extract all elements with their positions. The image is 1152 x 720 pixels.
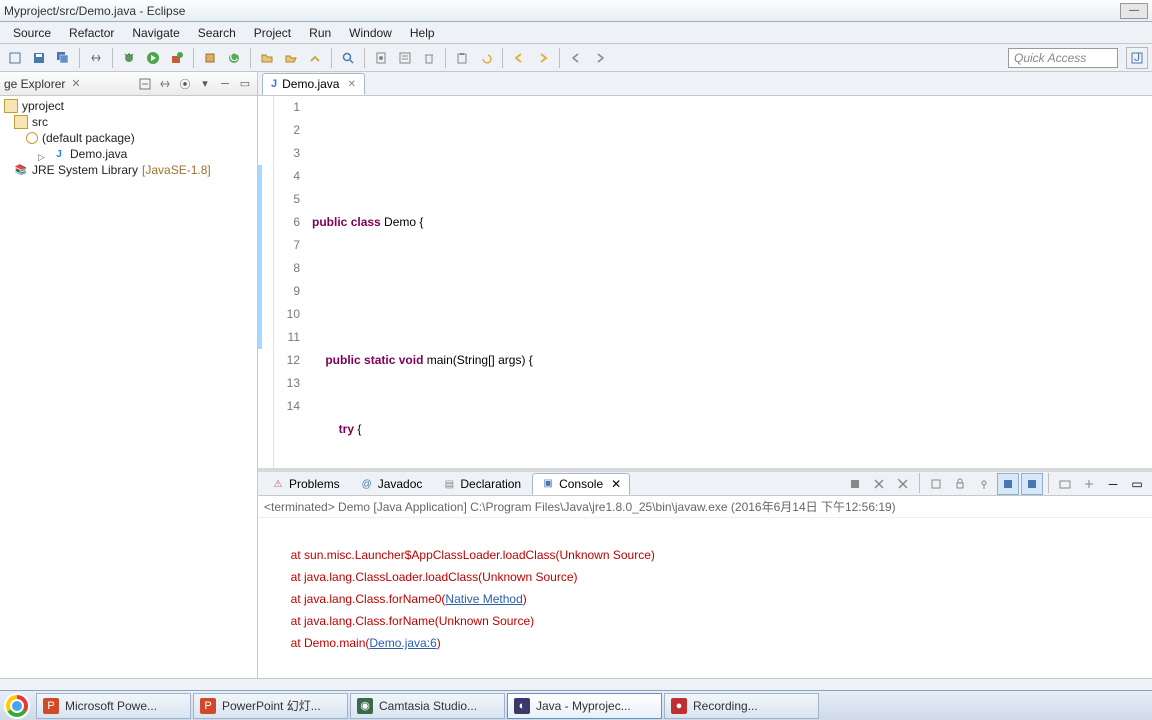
paste-icon[interactable] [451, 47, 473, 69]
show-on-stdout-icon[interactable] [1021, 473, 1043, 495]
java-file-icon: J [271, 78, 277, 90]
task-recording[interactable]: ●Recording... [664, 693, 819, 719]
new-package-icon[interactable] [199, 47, 221, 69]
open-task-icon[interactable] [304, 47, 326, 69]
run-icon[interactable] [142, 47, 164, 69]
menu-source[interactable]: Source [6, 24, 58, 42]
tree-default-package[interactable]: (default package) [4, 130, 253, 146]
menu-search[interactable]: Search [191, 24, 243, 42]
menu-bar: Source Refactor Navigate Search Project … [0, 22, 1152, 44]
maximize-view-icon[interactable]: ▭ [237, 76, 253, 92]
open-type-icon[interactable] [280, 47, 302, 69]
forward-icon[interactable] [532, 47, 554, 69]
minimize-button[interactable] [1120, 3, 1148, 19]
outline-icon[interactable] [394, 47, 416, 69]
tab-console[interactable]: ▣Console✕ [532, 473, 630, 495]
console-terminated-line: <terminated> Demo [Java Application] C:\… [258, 496, 1152, 518]
editor-tab-label: Demo.java [282, 77, 339, 91]
menu-run[interactable]: Run [302, 24, 338, 42]
tree-src[interactable]: src [4, 114, 253, 130]
quick-access-input[interactable]: Quick Access [1008, 48, 1118, 68]
line-numbers: 123 456 789 101112 1314 [274, 96, 306, 468]
collapse-all-icon[interactable] [137, 76, 153, 92]
view-menu-icon[interactable]: ▾ [197, 76, 213, 92]
task-powerpoint-2[interactable]: PPowerPoint 幻灯... [193, 693, 348, 719]
tab-problems[interactable]: ⚠Problems [262, 473, 349, 495]
menu-help[interactable]: Help [403, 24, 442, 42]
display-selected-icon[interactable] [997, 473, 1019, 495]
link-native-method[interactable]: Native Method [445, 592, 522, 606]
code-area[interactable]: public class Demo { public static void m… [306, 96, 1152, 468]
search-icon[interactable] [337, 47, 359, 69]
save-all-icon[interactable] [52, 47, 74, 69]
task-eclipse[interactable]: ◐Java - Myprojec... [507, 693, 662, 719]
svg-text:J: J [1134, 51, 1140, 64]
link-editor-icon[interactable] [157, 76, 173, 92]
terminate-icon[interactable] [844, 473, 866, 495]
task-camtasia[interactable]: ◉Camtasia Studio... [350, 693, 505, 719]
new-class-icon[interactable]: C [223, 47, 245, 69]
new-icon[interactable] [4, 47, 26, 69]
bottom-panel: ⚠Problems @Javadoc ▤Declaration ▣Console… [258, 468, 1152, 678]
save-icon[interactable] [28, 47, 50, 69]
editor-tab-demo[interactable]: J Demo.java ✕ [262, 73, 365, 95]
back-icon[interactable] [508, 47, 530, 69]
ruler [258, 96, 274, 468]
close-tab-icon[interactable]: ✕ [347, 79, 355, 90]
explorer-title: ge Explorer [4, 77, 65, 91]
minimize-view-icon[interactable]: ─ [217, 76, 233, 92]
trash-icon[interactable] [418, 47, 440, 69]
tab-declaration[interactable]: ▤Declaration [433, 473, 530, 495]
pin-console-icon[interactable] [973, 473, 995, 495]
console-output[interactable]: at sun.misc.Launcher$AppClassLoader.load… [258, 518, 1152, 678]
clear-console-icon[interactable] [925, 473, 947, 495]
undo-icon[interactable] [475, 47, 497, 69]
close-icon[interactable]: ✕ [71, 77, 80, 90]
window-titlebar: Myproject/src/Demo.java - Eclipse [0, 0, 1152, 22]
menu-refactor[interactable]: Refactor [62, 24, 121, 42]
run-external-icon[interactable] [166, 47, 188, 69]
tree-jre-library[interactable]: 📚JRE System Library [JavaSE-1.8] [4, 162, 253, 178]
toggle-mark-icon[interactable] [370, 47, 392, 69]
remove-launch-icon[interactable] [868, 473, 890, 495]
explorer-header: ge Explorer ✕ ⦿ ▾ ─ ▭ [0, 72, 257, 96]
bottom-tabstrip: ⚠Problems @Javadoc ▤Declaration ▣Console… [258, 472, 1152, 496]
tree-demo-java[interactable]: JDemo.java [4, 146, 253, 162]
code-editor[interactable]: 123 456 789 101112 1314 public class Dem… [258, 96, 1152, 468]
remove-all-icon[interactable] [892, 473, 914, 495]
scroll-lock-icon[interactable] [949, 473, 971, 495]
minimize-bottom-icon[interactable]: ─ [1102, 473, 1124, 495]
link-demo-java-6[interactable]: Demo.java:6 [369, 636, 436, 650]
menu-navigate[interactable]: Navigate [125, 24, 186, 42]
windows-taskbar: PMicrosoft Powe... PPowerPoint 幻灯... ◉Ca… [0, 690, 1152, 720]
window-title: Myproject/src/Demo.java - Eclipse [4, 4, 185, 18]
new-console-icon[interactable] [1078, 473, 1100, 495]
package-explorer: ge Explorer ✕ ⦿ ▾ ─ ▭ yproject src (defa… [0, 72, 258, 678]
java-perspective-icon[interactable]: J [1126, 47, 1148, 69]
project-tree[interactable]: yproject src (default package) JDemo.jav… [0, 96, 257, 180]
editor-tabstrip: J Demo.java ✕ [258, 72, 1152, 96]
prev-annotation-icon[interactable] [565, 47, 587, 69]
next-annotation-icon[interactable] [589, 47, 611, 69]
status-bar [0, 678, 1152, 690]
tree-project[interactable]: yproject [4, 98, 253, 114]
open-console-icon[interactable] [1054, 473, 1076, 495]
open-folder-icon[interactable] [256, 47, 278, 69]
focus-icon[interactable]: ⦿ [177, 76, 193, 92]
maximize-bottom-icon[interactable]: ▭ [1126, 473, 1148, 495]
debug-icon[interactable] [118, 47, 140, 69]
task-powerpoint-1[interactable]: PMicrosoft Powe... [36, 693, 191, 719]
svg-text:C: C [230, 51, 239, 64]
menu-project[interactable]: Project [247, 24, 298, 42]
menu-window[interactable]: Window [342, 24, 399, 42]
link-icon[interactable] [85, 47, 107, 69]
main-toolbar: C Quick Access J [0, 44, 1152, 72]
chrome-icon[interactable] [4, 693, 30, 719]
tab-javadoc[interactable]: @Javadoc [351, 473, 432, 495]
close-console-icon[interactable]: ✕ [611, 477, 621, 491]
